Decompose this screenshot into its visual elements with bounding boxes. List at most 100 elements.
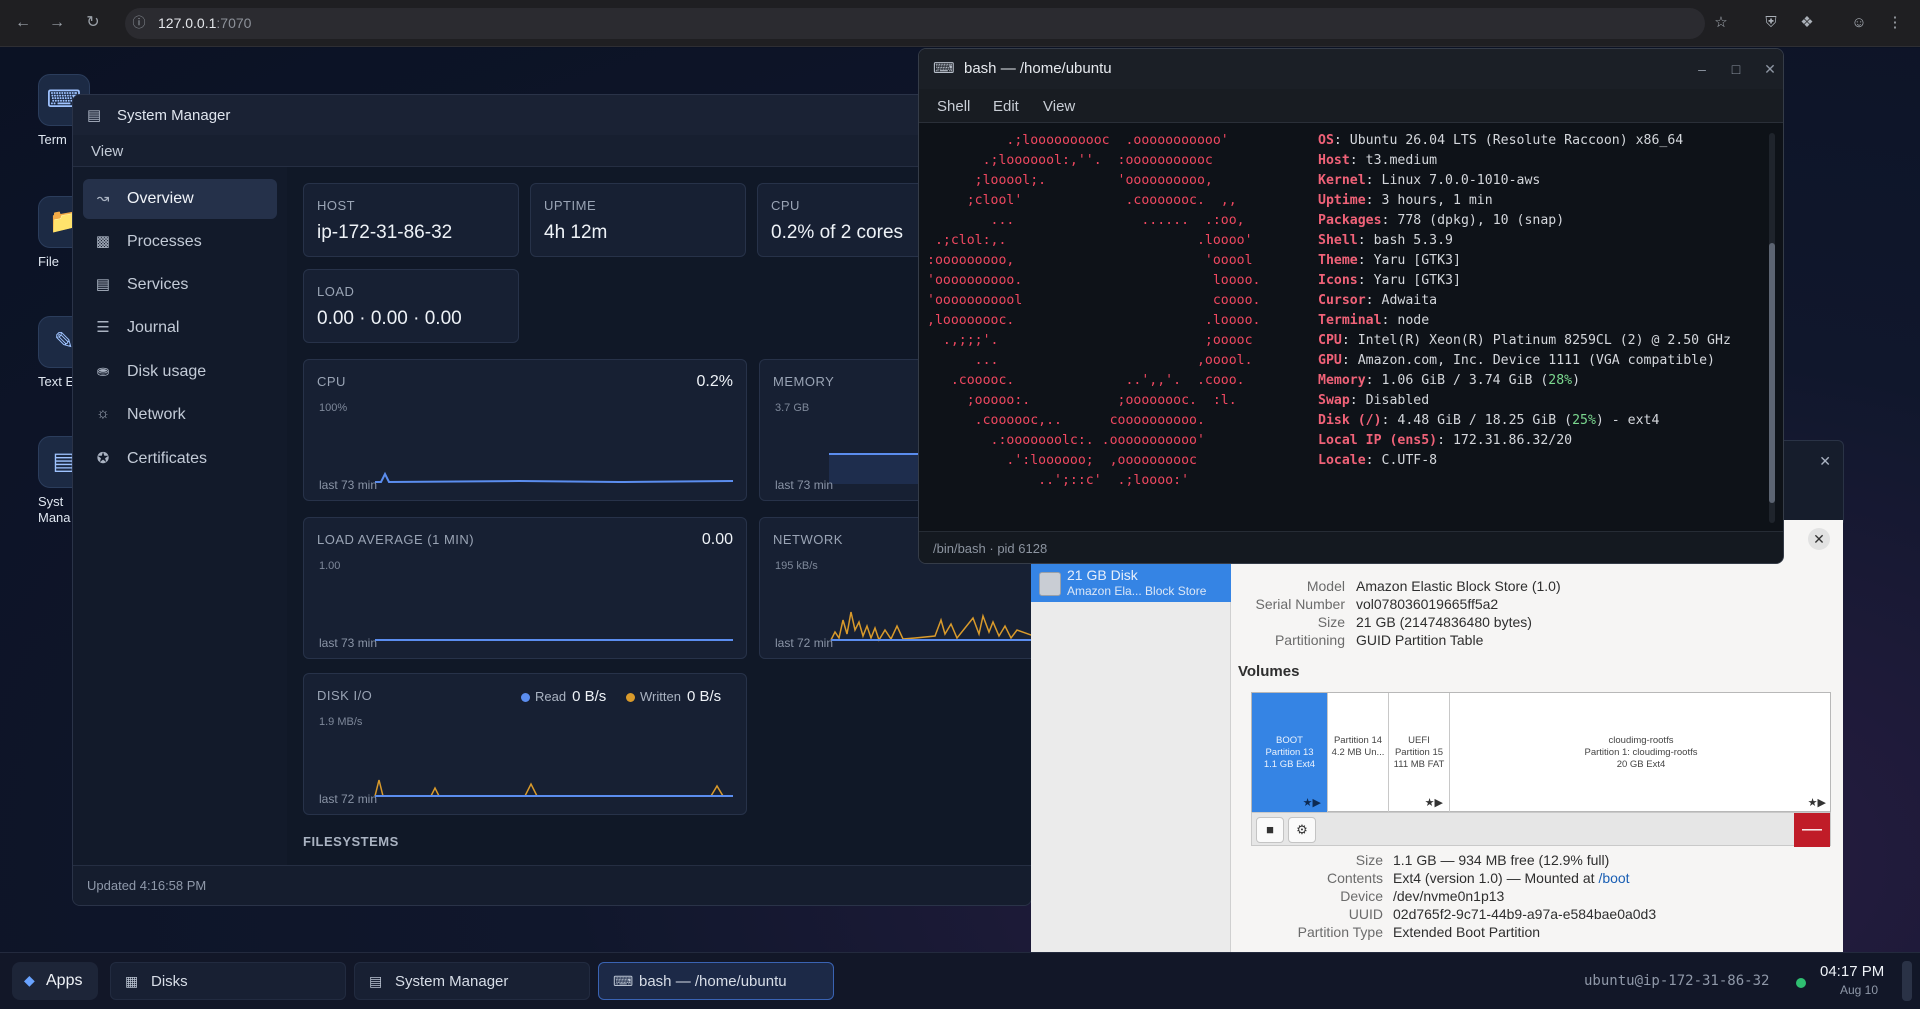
- load-average-chart-card: LOAD AVERAGE (1 MIN) 0.00 1.00 last 73 m…: [303, 517, 747, 659]
- volume-map: BOOT Partition 13 1.1 GB Ext4 ★▶ Partiti…: [1251, 692, 1832, 813]
- system-manager-icon: ▤: [87, 107, 102, 124]
- maximize-icon[interactable]: □: [1725, 58, 1747, 80]
- volume-toolbar: ■ ⚙ —: [1251, 812, 1831, 847]
- info-key: CPU: [1318, 333, 1342, 348]
- disks-window: 21 GB Disk Amazon Ela... Block Store Mod…: [1031, 520, 1843, 952]
- sidebar-item-certificates[interactable]: ✪ Certificates: [83, 439, 277, 479]
- info-line: Locale: C.UTF-8: [1318, 453, 1438, 468]
- server-icon: ▤: [95, 276, 111, 293]
- info-key: Icons: [1318, 273, 1358, 288]
- delete-partition-button[interactable]: —: [1794, 813, 1830, 847]
- close-icon[interactable]: ✕: [1808, 528, 1830, 550]
- back-arrow-icon[interactable]: ←: [12, 12, 34, 34]
- chart-value: 0.2%: [696, 373, 733, 390]
- chart-footer: last 73 min: [775, 478, 834, 492]
- system-manager-window: ▤ System Manager View ↝ Overview ▩ Proce…: [72, 94, 1032, 906]
- reload-icon[interactable]: ↻: [82, 12, 104, 34]
- terminal-output[interactable]: .;loooooooooc .ooooooooooo' .;looooool:,…: [919, 123, 1783, 563]
- partition-14[interactable]: Partition 14 4.2 MB Un...: [1328, 693, 1389, 813]
- cpu-chip-icon: ▩: [95, 233, 111, 250]
- menu-shell[interactable]: Shell: [937, 98, 970, 115]
- shield-extension-icon[interactable]: ⛨: [1760, 12, 1782, 34]
- disk-subtitle: Amazon Ela... Block Store: [1067, 584, 1207, 598]
- info-value: C.UTF-8: [1381, 453, 1438, 468]
- address-bar[interactable]: [125, 8, 1705, 39]
- tray-clock-time[interactable]: 04:17 PM: [1820, 963, 1884, 980]
- info-key: Memory: [1318, 373, 1366, 388]
- info-line: CPU: Intel(R) Xeon(R) Platinum 8259CL (2…: [1318, 333, 1731, 348]
- menu-view[interactable]: View: [91, 143, 123, 160]
- tray-handle[interactable]: [1902, 961, 1912, 1001]
- partition-uefi[interactable]: UEFI Partition 15 111 MB FAT ★▶: [1389, 693, 1450, 813]
- info-key: Terminal: [1318, 313, 1382, 328]
- info-value: Amazon.com, Inc. Device 1111 (VGA compat…: [1357, 353, 1715, 368]
- close-icon[interactable]: ✕: [1759, 58, 1781, 80]
- globe-icon: ☼: [96, 405, 110, 422]
- taskbar-item-disks[interactable]: ▦ Disks: [110, 962, 346, 1000]
- partition-boot[interactable]: BOOT Partition 13 1.1 GB Ext4 ★▶: [1252, 693, 1328, 813]
- sidebar-item-network[interactable]: ☼ Network: [83, 395, 277, 435]
- field-label: Device: [1340, 888, 1383, 904]
- info-line: Terminal: node: [1318, 313, 1430, 328]
- partition-cloudimg-rootfs[interactable]: cloudimg-rootfs Partition 1: cloudimg-ro…: [1450, 693, 1832, 813]
- taskbar-item-system-manager[interactable]: ▤ System Manager: [354, 962, 590, 1000]
- minimize-icon[interactable]: –: [1691, 58, 1713, 80]
- sidebar-item-disk-usage[interactable]: ⛂ Disk usage: [83, 352, 277, 392]
- forward-arrow-icon[interactable]: →: [46, 12, 68, 34]
- load-card: LOAD 0.00 · 0.00 · 0.00: [303, 269, 519, 343]
- unmount-stop-icon[interactable]: ■: [1256, 817, 1284, 843]
- terminal-menu-bar: Shell Edit View: [919, 89, 1783, 123]
- browser-menu-icon[interactable]: ⋮: [1884, 12, 1906, 34]
- info-value: Intel(R) Xeon(R) Platinum 8259CL (2) @ 2…: [1357, 333, 1731, 348]
- sidebar-item-overview[interactable]: ↝ Overview: [83, 179, 277, 219]
- legend-written: Written 0 B/s: [626, 688, 721, 705]
- sidebar-item-journal[interactable]: ☰ Journal: [83, 308, 277, 348]
- tray-user-host: ubuntu@ip-172-31-86-32: [1584, 973, 1770, 989]
- info-line: Memory: 1.06 GiB / 3.74 GiB (28%): [1318, 373, 1581, 388]
- disk-list-item[interactable]: 21 GB Disk Amazon Ela... Block Store: [1031, 564, 1231, 602]
- window-titlebar[interactable]: ▤ System Manager: [73, 95, 1031, 135]
- info-value: Yaru [GTK3]: [1373, 253, 1461, 268]
- window-title: bash — /home/ubuntu: [964, 60, 1112, 77]
- field-label: Model: [1306, 578, 1345, 594]
- info-line: Disk (/): 4.48 GiB / 18.25 GiB (25%) - e…: [1318, 413, 1660, 428]
- sidebar-item-label: Services: [127, 276, 189, 293]
- sidebar-item-label: Overview: [127, 190, 194, 207]
- settings-gear-icon[interactable]: ⚙: [1288, 817, 1316, 843]
- info-circle-icon[interactable]: ⓘ: [128, 12, 150, 34]
- window-titlebar[interactable]: ⌨ bash — /home/ubuntu – □ ✕: [919, 49, 1783, 89]
- bookmark-star-icon[interactable]: ☆: [1710, 12, 1732, 34]
- chart-title: NETWORK: [773, 532, 843, 547]
- mounted-star-play-icon: ★▶: [1424, 797, 1443, 809]
- boot-mount-link[interactable]: /boot: [1598, 870, 1629, 886]
- close-icon[interactable]: ✕: [1819, 453, 1831, 470]
- url-text[interactable]: 127.0.0.1:7070: [158, 15, 251, 31]
- menu-edit[interactable]: Edit: [993, 98, 1019, 115]
- terminal-icon: ⌨: [613, 973, 634, 989]
- taskbar-item-terminal[interactable]: ⌨ bash — /home/ubuntu: [598, 962, 834, 1000]
- host-value: ip-172-31-86-32: [317, 222, 453, 243]
- field-value: /dev/nvme0n1p13: [1393, 888, 1505, 904]
- profile-avatar-icon[interactable]: ☺: [1848, 12, 1870, 34]
- puzzle-extensions-icon[interactable]: ❖: [1796, 12, 1818, 34]
- chart-value: 0.00: [701, 531, 733, 548]
- info-tail: ): [1572, 373, 1581, 388]
- field-value: GUID Partition Table: [1356, 632, 1484, 648]
- disks-icon: ▦: [125, 973, 139, 989]
- terminal-icon: ⌨: [933, 60, 955, 77]
- sidebar-item-processes[interactable]: ▩ Processes: [83, 222, 277, 262]
- partition-label: cloudimg-rootfs Partition 1: cloudimg-ro…: [1584, 735, 1698, 770]
- load-value: 0.00 · 0.00 · 0.00: [317, 308, 462, 329]
- apps-button[interactable]: ◆ Apps: [12, 962, 98, 1000]
- terminal-scrollbar-thumb[interactable]: [1769, 243, 1775, 503]
- menu-view[interactable]: View: [1043, 98, 1075, 115]
- info-value: 1.06 GiB / 3.74 GiB (: [1381, 373, 1549, 388]
- info-value: Linux 7.0.0-1010-aws: [1381, 173, 1541, 188]
- info-line: Icons: Yaru [GTK3]: [1318, 273, 1461, 288]
- info-value: 778 (dpkg), 10 (snap): [1397, 213, 1565, 228]
- info-percent: 25%: [1572, 413, 1596, 428]
- info-line: Kernel: Linux 7.0.0-1010-aws: [1318, 173, 1541, 188]
- sidebar-item-services[interactable]: ▤ Services: [83, 265, 277, 305]
- info-key: Host: [1318, 153, 1350, 168]
- taskbar: ◆ Apps ▦ Disks ▤ System Manager ⌨ bash —…: [0, 952, 1920, 1009]
